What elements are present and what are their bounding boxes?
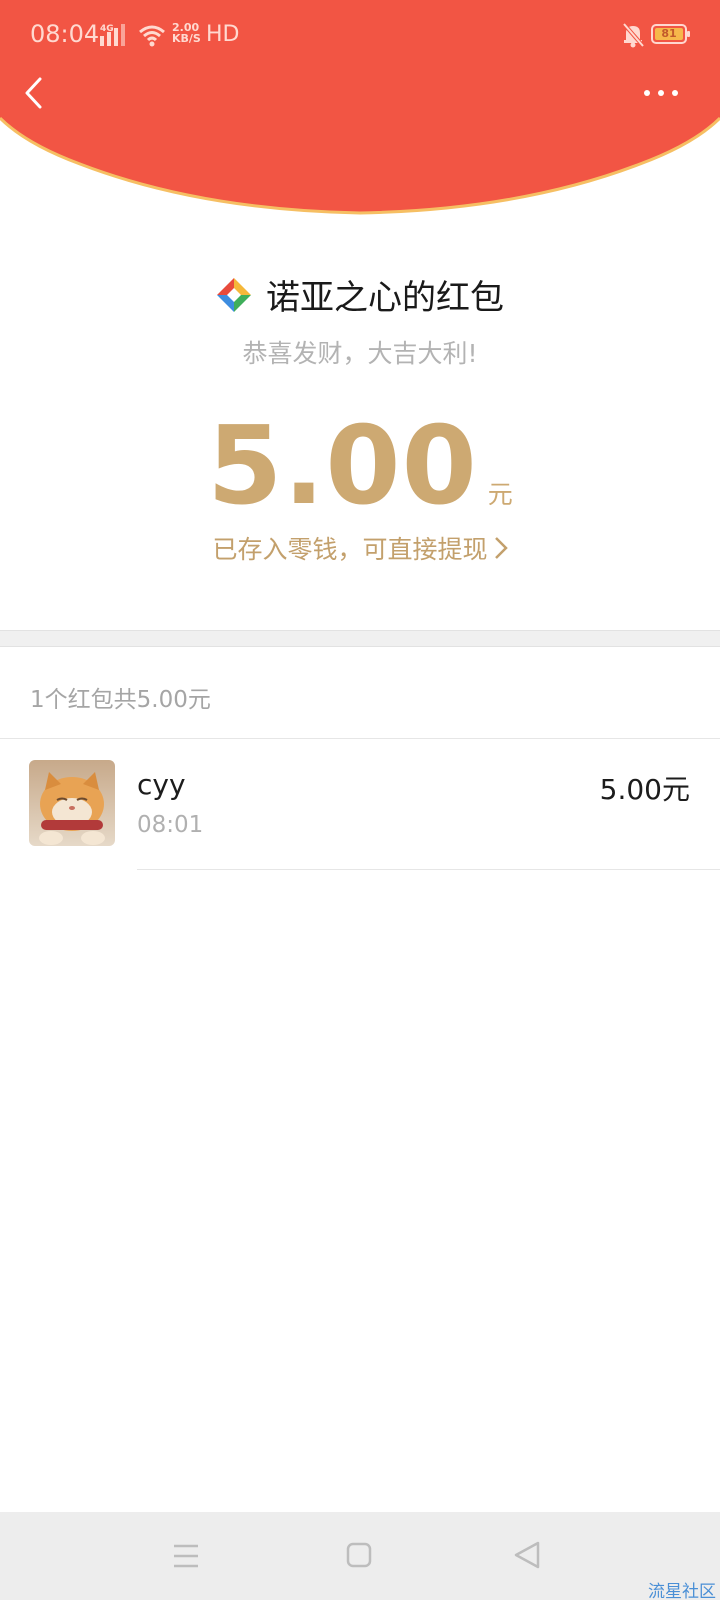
home-button[interactable] bbox=[340, 1538, 380, 1574]
more-options-button[interactable] bbox=[644, 76, 700, 112]
receiver-name: cyy bbox=[137, 768, 186, 801]
hd-indicator: HD bbox=[206, 22, 240, 47]
back-arrow-icon bbox=[25, 77, 42, 109]
more-dot-icon bbox=[644, 90, 650, 96]
speed-unit: KB/S bbox=[172, 32, 201, 45]
divider bbox=[0, 738, 720, 739]
sender-logo-icon bbox=[217, 277, 251, 312]
battery-level: 81 bbox=[661, 27, 677, 40]
back-triangle-icon bbox=[514, 1541, 540, 1569]
menu-button[interactable] bbox=[168, 1538, 208, 1574]
wallet-link[interactable]: 已存入零钱，可直接提现 bbox=[0, 530, 720, 566]
home-icon bbox=[346, 1542, 372, 1568]
envelope-summary: 1个红包共5.00元 bbox=[30, 687, 211, 713]
divider bbox=[137, 869, 720, 870]
svg-text:4G: 4G bbox=[100, 24, 114, 34]
wallet-link-label: 已存入零钱，可直接提现 bbox=[212, 535, 488, 564]
amount-unit: 元 bbox=[487, 480, 513, 509]
watermark-text: 流星社区 bbox=[648, 1582, 716, 1602]
more-dot-icon bbox=[672, 90, 678, 96]
more-dot-icon bbox=[658, 90, 664, 96]
receiver-time: 08:01 bbox=[137, 812, 204, 838]
cat-avatar-image bbox=[29, 760, 115, 846]
chevron-right-icon bbox=[494, 536, 508, 566]
sender-title: 诺亚之心的红包 bbox=[266, 278, 504, 318]
system-nav-bar: 流星社区 bbox=[0, 1512, 720, 1602]
back-nav-button[interactable] bbox=[510, 1538, 550, 1574]
greeting-text: 恭喜发财，大吉大利! bbox=[242, 339, 478, 368]
status-time: 08:04 bbox=[30, 20, 100, 48]
menu-icon bbox=[174, 1544, 198, 1568]
amount-display: 5.00 元 bbox=[0, 404, 720, 529]
network-speed: 2.00 KB/S bbox=[172, 22, 201, 44]
receiver-row[interactable]: cyy 08:01 5.00元 bbox=[0, 760, 720, 870]
back-button[interactable] bbox=[14, 72, 58, 116]
section-divider bbox=[0, 630, 720, 647]
receiver-amount: 5.00元 bbox=[599, 773, 690, 806]
status-bar: 08:04 4G 2.00 KB/S HD 81 bbox=[0, 0, 720, 72]
sender-row: 诺亚之心的红包 bbox=[0, 270, 720, 322]
avatar[interactable] bbox=[29, 760, 115, 846]
amount-value: 5.00 bbox=[207, 404, 478, 529]
battery-icon: 81 bbox=[651, 24, 690, 44]
red-envelope-header: 08:04 4G 2.00 KB/S HD 81 bbox=[0, 0, 720, 222]
